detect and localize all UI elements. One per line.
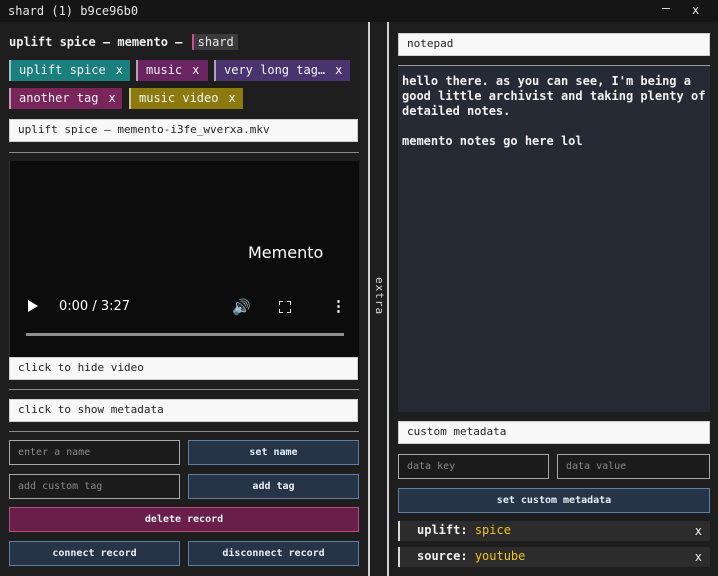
remove-tag-icon[interactable]: x <box>335 63 342 77</box>
record-title: uplift spice – memento – <box>9 35 183 49</box>
tag-label: music video <box>139 91 219 105</box>
volume-icon[interactable]: 🔊 <box>232 298 251 316</box>
metadata-value: spice <box>474 523 511 537</box>
metadata-value: youtube <box>474 549 526 563</box>
shard-badge: shard <box>191 34 238 50</box>
data-key-input[interactable]: data key <box>398 454 549 479</box>
tag-label: another tag <box>19 91 99 105</box>
remove-tag-icon[interactable]: x <box>108 91 115 105</box>
more-options-icon[interactable]: ⋮ <box>331 297 346 315</box>
show-metadata-toggle[interactable]: click to show metadata <box>9 399 358 422</box>
delete-record-button[interactable]: delete record <box>9 507 359 532</box>
extra-panel-toggle[interactable]: extra <box>368 22 389 576</box>
tag-chip: very long tag… x <box>214 60 350 81</box>
data-value-input[interactable]: data value <box>557 454 710 479</box>
notes-panel: notepad hello there. as you can see, I'm… <box>389 22 718 576</box>
record-heading: uplift spice – memento – shard <box>9 34 238 50</box>
video-progress-bar[interactable] <box>26 333 344 336</box>
divider <box>9 152 359 153</box>
remove-metadata-icon[interactable]: x <box>695 550 702 564</box>
tag-chip: music video x <box>129 88 243 109</box>
minimize-button[interactable]: – <box>662 1 670 16</box>
set-custom-metadata-button[interactable]: set custom metadata <box>398 488 710 513</box>
notepad-text: hello there. as you can see, I'm being a… <box>402 74 706 148</box>
remove-tag-icon[interactable]: x <box>228 91 235 105</box>
remove-tag-icon[interactable]: x <box>192 63 199 77</box>
notepad-title: notepad <box>398 33 710 56</box>
disconnect-record-button[interactable]: disconnect record <box>188 541 359 566</box>
metadata-entry: source: youtube x <box>398 547 710 567</box>
add-tag-button[interactable]: add tag <box>188 474 359 499</box>
tag-chip: uplift spice x <box>9 60 130 81</box>
close-button[interactable]: x <box>692 3 699 17</box>
extra-label: extra <box>373 277 386 316</box>
metadata-key: uplift: <box>417 523 468 537</box>
remove-tag-icon[interactable]: x <box>116 63 123 77</box>
fullscreen-icon[interactable] <box>279 301 291 313</box>
tag-label: very long tag… <box>224 63 326 77</box>
metadata-entry: uplift: spice x <box>398 521 710 541</box>
title-bar: shard (1) b9ce96b0 – x <box>0 0 718 22</box>
tag-chip: music x <box>136 60 208 81</box>
window-title: shard (1) b9ce96b0 <box>8 4 139 18</box>
tag-label: uplift spice <box>19 63 106 77</box>
remove-metadata-icon[interactable]: x <box>695 524 702 538</box>
video-overlay-title: Memento <box>248 243 324 262</box>
name-input[interactable]: enter a name <box>9 440 180 465</box>
tag-label: music <box>146 63 183 77</box>
video-time: 0:00 / 3:27 <box>59 299 131 314</box>
tag-chip: another tag x <box>9 88 122 109</box>
tag-input[interactable]: add custom tag <box>9 474 180 499</box>
divider <box>9 431 359 432</box>
record-panel: uplift spice – memento – shard uplift sp… <box>0 22 368 576</box>
notepad-textarea[interactable]: hello there. as you can see, I'm being a… <box>398 65 710 412</box>
filename-field[interactable]: uplift spice – memento-i3fe_wverxa.mkv <box>9 119 358 142</box>
divider <box>9 389 359 390</box>
connect-record-button[interactable]: connect record <box>9 541 180 566</box>
hide-video-toggle[interactable]: click to hide video <box>9 357 358 380</box>
metadata-key: source: <box>417 549 468 563</box>
set-name-button[interactable]: set name <box>188 440 359 465</box>
play-icon[interactable] <box>28 300 38 312</box>
custom-metadata-title: custom metadata <box>398 421 710 444</box>
video-player[interactable]: Memento 0:00 / 3:27 🔊 ⋮ <box>9 161 359 380</box>
